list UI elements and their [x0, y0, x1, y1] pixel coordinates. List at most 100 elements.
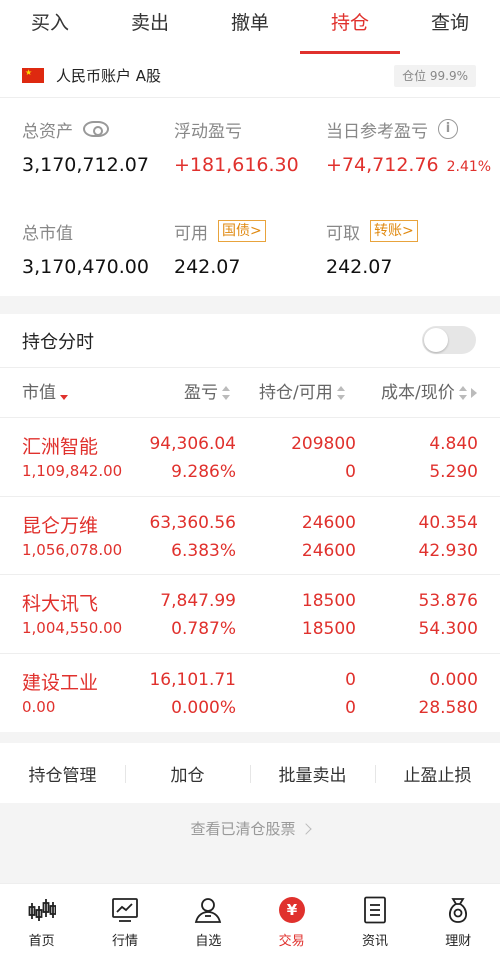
info-icon[interactable]: i [438, 119, 458, 139]
stock-pl: 16,101.71 [149, 669, 236, 690]
nav-wealth[interactable]: 理财 [417, 884, 500, 961]
tab-query[interactable]: 查询 [400, 0, 500, 54]
positions-intraday-title: 持仓分时 [22, 331, 94, 353]
stock-price: 42.930 [418, 540, 478, 561]
treasury-bond-tag[interactable]: 国债> [218, 220, 266, 242]
nav-news[interactable]: 资讯 [333, 884, 416, 961]
stock-pl: 63,360.56 [149, 512, 236, 533]
stock-holding: 209800 [291, 434, 356, 454]
stock-holding: 0 [345, 669, 356, 690]
floating-pl: 浮动盈亏 +181,616.30 [174, 116, 299, 177]
nav-watchlist[interactable]: 自选 [167, 884, 250, 961]
stock-name: 建设工业 [22, 671, 99, 694]
stock-pl-percent: 0.787% [171, 619, 236, 639]
total-assets-value: 3,170,712.07 [22, 154, 149, 176]
stock-holding: 18500 [301, 591, 356, 611]
yuan-coin-icon: ¥ [277, 895, 307, 925]
stock-cost: 53.876 [418, 591, 478, 611]
intraday-toggle[interactable] [422, 326, 476, 354]
scroll-right-icon [470, 388, 477, 398]
tab-sell[interactable]: 卖出 [100, 0, 200, 54]
position-actions: 持仓管理 加仓 批量卖出 止盈止损 [0, 743, 500, 803]
trade-tabs: 买入 卖出 撤单 持仓 查询 [0, 0, 500, 54]
nav-home[interactable]: 首页 [0, 884, 83, 961]
table-row[interactable]: 昆仑万维 1,056,078.00 63,360.56 6.383% 24600… [0, 497, 500, 575]
today-pl: 当日参考盈亏 i +74,712.76 2.41% [326, 116, 491, 176]
tab-cancel[interactable]: 撤单 [200, 0, 300, 54]
document-icon [360, 895, 390, 925]
stock-pl: 7,847.99 [160, 591, 236, 611]
account-bar[interactable]: 人民币账户 A股 仓位 99.9% [0, 54, 500, 98]
stock-price: 5.290 [429, 462, 478, 482]
positions-intraday-row: 持仓分时 [0, 314, 500, 368]
today-pl-percent: 2.41% [446, 159, 492, 175]
stock-name: 汇洲智能 [22, 436, 99, 458]
floating-pl-value: +181,616.30 [174, 154, 299, 176]
stock-price: 28.580 [418, 697, 478, 718]
stock-cost: 4.840 [429, 434, 478, 454]
bottom-nav: 首页 行情 自选 ¥ 交易 资讯 理财 [0, 883, 500, 961]
batch-sell-button[interactable]: 批量卖出 [250, 761, 375, 786]
stock-holding: 24600 [301, 512, 356, 533]
available-value: 242.07 [174, 256, 241, 278]
account-name: 人民币账户 A股 [56, 67, 162, 85]
total-assets: 总资产 3,170,712.07 [22, 116, 149, 176]
withdrawable-value: 242.07 [326, 256, 393, 278]
china-flag-icon [22, 68, 44, 83]
total-assets-label: 总资产 [22, 121, 73, 142]
floating-pl-label: 浮动盈亏 [174, 121, 242, 142]
sort-icon [222, 386, 230, 400]
market-value: 总市值 3,170,470.00 [22, 218, 149, 279]
available-label: 可用 [174, 223, 208, 244]
market-chart-icon [110, 895, 140, 925]
svg-text:¥: ¥ [286, 901, 297, 919]
withdrawable-label: 可取 [326, 223, 360, 244]
stock-name: 昆仑万维 [22, 514, 99, 537]
sort-icon [336, 386, 345, 400]
asset-summary: 总资产 3,170,712.07 浮动盈亏 +181,616.30 当日参考盈亏… [0, 98, 500, 296]
nav-trade[interactable]: ¥ 交易 [250, 884, 333, 961]
add-position-button[interactable]: 加仓 [125, 761, 250, 786]
money-bag-icon [443, 895, 473, 925]
market-value-value: 3,170,470.00 [22, 256, 149, 278]
today-pl-label: 当日参考盈亏 [326, 121, 428, 142]
user-icon [193, 895, 223, 925]
market-value-label: 总市值 [22, 223, 73, 244]
sort-icon [458, 386, 467, 400]
eye-icon[interactable] [83, 121, 109, 137]
col-pl[interactable]: 盈亏 [184, 368, 230, 418]
chevron-right-icon [299, 823, 312, 835]
positions-table-header: 市值 盈亏 持仓/可用 成本/现价 [0, 368, 500, 418]
tab-positions[interactable]: 持仓 [300, 0, 400, 54]
col-cost-price[interactable]: 成本/现价 [381, 368, 477, 418]
stock-available: 0 [345, 697, 356, 718]
stock-pl-percent: 9.286% [171, 462, 236, 482]
col-market-value[interactable]: 市值 [22, 368, 68, 418]
position-ratio-badge: 仓位 99.9% [394, 65, 476, 87]
stock-pl-percent: 0.000% [171, 697, 236, 718]
sort-desc-icon [60, 386, 68, 400]
take-profit-stop-loss-button[interactable]: 止盈止损 [375, 761, 500, 786]
stock-pl: 94,306.04 [149, 434, 236, 454]
transfer-tag[interactable]: 转账> [370, 220, 418, 242]
table-row[interactable]: 建设工业 0.00 16,101.71 0.000% 0 0 0.000 28.… [0, 654, 500, 733]
nav-market[interactable]: 行情 [83, 884, 166, 961]
stock-pl-percent: 6.383% [171, 540, 236, 561]
manage-positions-button[interactable]: 持仓管理 [0, 761, 125, 786]
stock-available: 18500 [301, 619, 356, 639]
available-funds: 可用 国债> 242.07 [174, 218, 266, 278]
stock-cost: 40.354 [418, 512, 478, 533]
positions-table: 汇洲智能 1,109,842.00 94,306.04 9.286% 20980… [0, 418, 500, 732]
withdrawable-funds: 可取 转账> 242.07 [326, 218, 418, 278]
col-holding[interactable]: 持仓/可用 [259, 368, 345, 418]
cleared-stocks-link[interactable]: 查看已清仓股票 [0, 818, 500, 839]
table-row[interactable]: 科大讯飞 1,004,550.00 7,847.99 0.787% 18500 … [0, 575, 500, 654]
table-row[interactable]: 汇洲智能 1,109,842.00 94,306.04 9.286% 20980… [0, 418, 500, 497]
tab-buy[interactable]: 买入 [0, 0, 100, 54]
stock-market-value: 1,109,842.00 [22, 462, 123, 480]
stock-name: 科大讯飞 [22, 593, 99, 615]
stock-cost: 0.000 [429, 669, 478, 690]
stock-market-value: 1,056,078.00 [22, 540, 123, 559]
stock-available: 24600 [301, 540, 356, 561]
stock-market-value: 1,004,550.00 [22, 619, 123, 637]
